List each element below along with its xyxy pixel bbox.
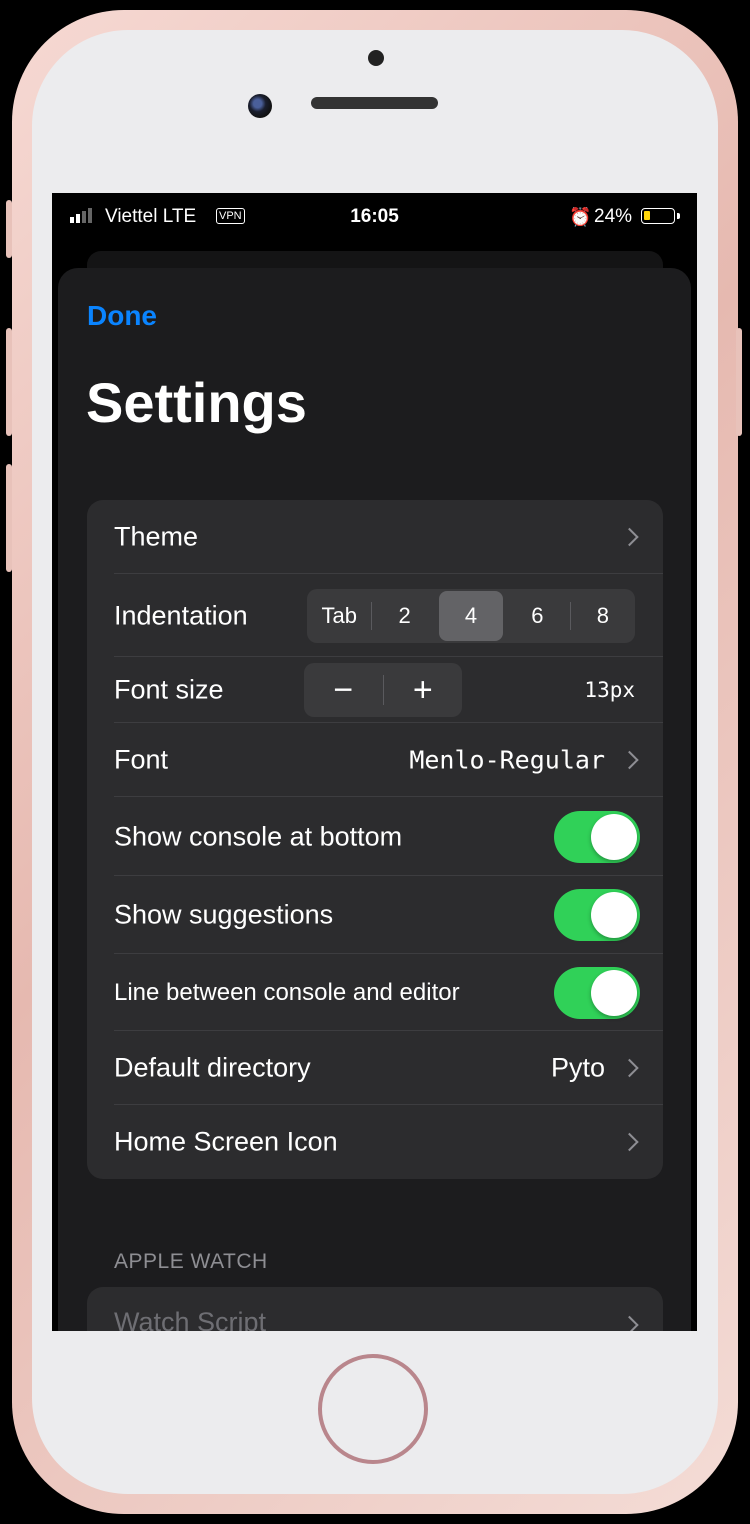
default-directory-row[interactable]: Default directory Pyto — [87, 1031, 663, 1105]
apple-watch-section-header: APPLE WATCH — [114, 1250, 268, 1273]
chevron-right-icon — [620, 527, 639, 547]
mute-switch — [6, 200, 12, 258]
proximity-sensor — [368, 50, 384, 66]
toggle-knob — [591, 969, 637, 1016]
power-button — [736, 328, 742, 436]
indentation-option-tab[interactable]: Tab — [307, 591, 371, 641]
indentation-label: Indentation — [114, 600, 248, 630]
font-row[interactable]: Font Menlo-Regular — [87, 723, 663, 797]
show-console-label: Show console at bottom — [114, 821, 403, 851]
theme-label: Theme — [114, 521, 199, 552]
indentation-segmented-control[interactable]: Tab 2 4 6 8 — [307, 588, 635, 643]
default-directory-label: Default directory — [114, 1052, 311, 1083]
toggle-knob — [591, 892, 637, 938]
theme-row[interactable]: Theme — [87, 500, 663, 574]
front-camera — [248, 94, 272, 118]
alarm-icon: ⏰ — [569, 207, 592, 227]
indentation-row: Indentation Tab 2 4 6 8 — [87, 574, 663, 657]
font-size-row: Font size − + 13px — [87, 657, 663, 723]
line-between-label: Line between console and editor — [114, 978, 460, 1006]
font-label: Font — [114, 744, 169, 775]
chevron-right-icon — [620, 750, 639, 770]
font-value: Menlo-Regular — [409, 745, 605, 775]
increase-font-button[interactable]: + — [384, 663, 463, 717]
home-screen-icon-label: Home Screen Icon — [114, 1126, 338, 1157]
line-between-row: Line between console and editor — [87, 954, 663, 1031]
indentation-option-8[interactable]: 8 — [571, 591, 635, 641]
show-suggestions-toggle[interactable] — [554, 889, 640, 941]
battery-percentage: 24% — [594, 206, 633, 227]
show-suggestions-row: Show suggestions — [87, 876, 663, 954]
battery-tip — [677, 213, 680, 219]
font-size-stepper[interactable]: − + — [304, 663, 462, 717]
toggle-knob — [591, 813, 637, 860]
chevron-right-icon — [620, 1132, 639, 1152]
indentation-option-4[interactable]: 4 — [438, 590, 504, 641]
page-title: Settings — [86, 371, 307, 434]
volume-down-button — [6, 464, 12, 572]
decrease-font-button[interactable]: − — [304, 663, 383, 717]
show-suggestions-label: Show suggestions — [114, 899, 334, 930]
home-screen-icon-row[interactable]: Home Screen Icon — [87, 1105, 663, 1179]
show-console-toggle[interactable] — [554, 810, 640, 863]
watch-script-label: Watch Script — [114, 1307, 267, 1331]
volume-up-button — [6, 328, 12, 436]
status-bar: Viettel LTE VPN 16:05 ⏰ 24% — [52, 193, 697, 241]
line-between-toggle[interactable] — [554, 966, 640, 1019]
chevron-right-icon — [620, 1315, 639, 1331]
settings-sheet: Done Settings Theme Indentation Tab 2 4 … — [58, 268, 691, 1331]
chevron-right-icon — [620, 1058, 639, 1078]
earpiece-speaker — [311, 97, 438, 109]
show-console-row: Show console at bottom — [87, 797, 663, 876]
done-button[interactable]: Done — [87, 300, 157, 332]
font-size-label: Font size — [114, 674, 224, 705]
indentation-option-2[interactable]: 2 — [372, 591, 436, 641]
settings-group: Theme Indentation Tab 2 4 6 8 Font size … — [87, 500, 663, 1179]
font-size-value: 13px — [584, 678, 635, 702]
watch-script-row[interactable]: Watch Script — [87, 1287, 663, 1331]
default-directory-value: Pyto — [550, 1052, 605, 1083]
screen: Viettel LTE VPN 16:05 ⏰ 24% Done Setting… — [52, 193, 697, 1331]
home-button[interactable] — [318, 1354, 428, 1464]
battery-icon — [641, 208, 675, 224]
indentation-option-6[interactable]: 6 — [505, 591, 569, 641]
